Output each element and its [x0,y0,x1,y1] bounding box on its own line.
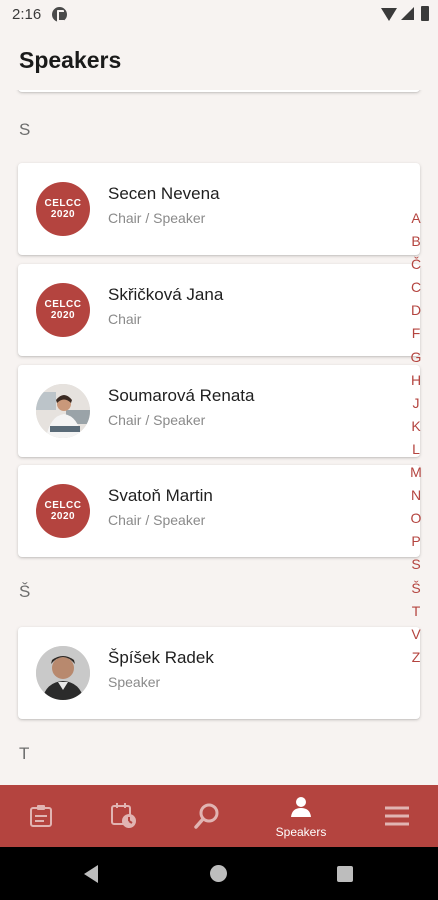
system-navigation-bar [0,847,438,900]
page-title: Speakers [19,47,122,73]
section-header-s-caron: Š [19,582,31,601]
conference-logo-avatar: CELCC 2020 [36,484,90,538]
bottom-navigation: Speakers [0,785,438,847]
alpha-index-letter[interactable]: D [404,299,428,322]
speaker-photo-avatar [36,384,90,438]
section-header-s: S [19,120,31,139]
home-icon[interactable] [210,865,227,882]
alpha-index-letter[interactable]: V [404,623,428,646]
speaker-card-partial[interactable] [18,90,420,92]
nav-schedule[interactable] [89,785,159,847]
alpha-index-letter[interactable]: B [404,230,428,253]
alpha-index-letter[interactable]: S [404,553,428,576]
battery-icon [421,6,429,21]
speaker-name: Svatoň Martin [108,486,213,505]
logo-year: 2020 [50,310,76,321]
alpha-index-letter[interactable]: Č [404,253,428,276]
speaker-role: Chair / Speaker [108,412,206,428]
conference-logo-avatar: CELCC 2020 [36,182,90,236]
conference-logo-avatar: CELCC 2020 [36,283,90,337]
alpha-index-letter[interactable]: Z [404,646,428,669]
nav-program[interactable] [6,785,76,847]
nav-search[interactable] [172,785,242,847]
speaker-role: Chair / Speaker [108,512,206,528]
speaker-card[interactable]: CELCC 2020 Svatoň Martin Chair / Speaker [18,465,420,557]
calendar-clock-icon [111,803,136,828]
speaker-name: Špíšek Radek [108,648,214,667]
signal-icon [401,7,414,20]
logo-text: CELCC [44,500,82,511]
status-time: 2:16 [12,6,42,23]
alpha-index-letter[interactable]: O [404,507,428,530]
back-icon[interactable] [84,865,98,883]
speaker-role: Speaker [108,674,161,690]
menu-icon [385,806,409,826]
speaker-photo-avatar [36,646,90,700]
nav-speakers-label: Speakers [275,825,327,839]
alpha-index-letter[interactable]: L [404,438,428,461]
alpha-index-letter[interactable]: G [404,346,428,369]
logo-year: 2020 [50,209,76,220]
speaker-role: Chair / Speaker [108,210,206,226]
recents-icon[interactable] [337,866,353,882]
alpha-index-letter[interactable]: Š [404,577,428,600]
speaker-photo [36,384,90,438]
speaker-card[interactable]: Špíšek Radek Speaker [18,627,420,719]
speaker-list[interactable]: S CELCC 2020 Secen Nevena Chair / Speake… [0,90,438,785]
search-icon [194,803,219,829]
alpha-index-letter[interactable]: A [404,207,428,230]
wifi-icon [381,8,397,21]
alpha-index-letter[interactable]: H [404,369,428,392]
alpha-index-letter[interactable]: J [404,392,428,415]
nav-menu[interactable] [362,785,432,847]
alpha-index-letter[interactable]: P [404,530,428,553]
status-bar: 2:16 [0,0,438,30]
speaker-name: Soumarová Renata [108,386,255,405]
alpha-index-letter[interactable]: M [404,461,428,484]
speaker-name: Skřičková Jana [108,285,224,304]
notification-app-icon [52,7,67,22]
logo-text: CELCC [44,198,82,209]
alpha-index-letter[interactable]: N [404,484,428,507]
speaker-photo [36,646,90,700]
section-header-t: T [19,744,30,763]
logo-year: 2020 [50,511,76,522]
speaker-role: Chair [108,311,142,327]
alpha-index-letter[interactable]: F [404,322,428,345]
alphabet-index[interactable]: ABČCDFGHJKLMNOPSŠTVZ [404,207,428,669]
speaker-card[interactable]: CELCC 2020 Skřičková Jana Chair [18,264,420,356]
alpha-index-letter[interactable]: K [404,415,428,438]
speaker-card[interactable]: CELCC 2020 Secen Nevena Chair / Speaker [18,163,420,255]
alpha-index-letter[interactable]: T [404,600,428,623]
speakers-icon [291,797,311,817]
nav-speakers[interactable]: Speakers [266,785,336,847]
app-bar: Speakers [0,30,438,90]
speaker-card[interactable]: Soumarová Renata Chair / Speaker [18,365,420,457]
alpha-index-letter[interactable]: C [404,276,428,299]
logo-text: CELCC [44,299,82,310]
speaker-name: Secen Nevena [108,184,220,203]
clipboard-icon [30,805,52,827]
